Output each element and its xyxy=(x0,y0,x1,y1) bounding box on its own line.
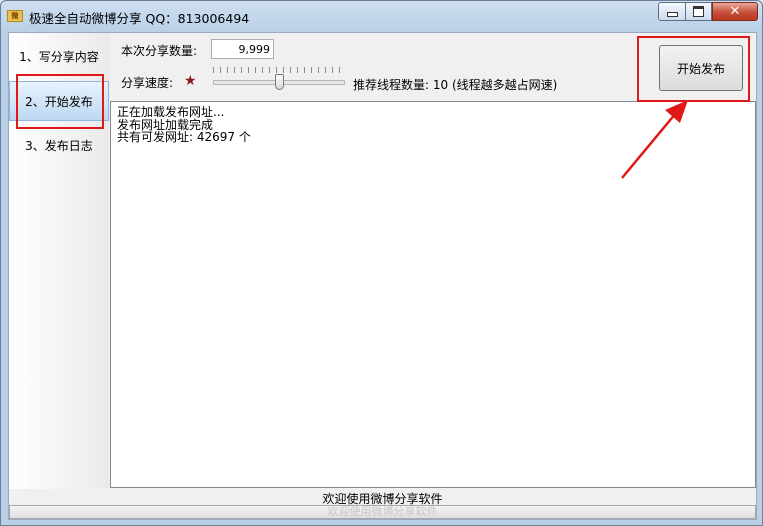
share-count-input[interactable] xyxy=(211,39,274,59)
maximize-icon xyxy=(693,6,704,17)
close-button[interactable]: ✕ xyxy=(712,2,758,21)
maximize-button[interactable] xyxy=(685,2,712,21)
nav-item-write-content[interactable]: 1、写分享内容 xyxy=(9,37,109,77)
nav-item-publish-log[interactable]: 3、发布日志 xyxy=(9,126,109,166)
log-line: 共有可发网址: 42697 个 xyxy=(117,130,251,144)
slider-ticks xyxy=(213,67,343,73)
annotation-box-start-button xyxy=(637,36,750,102)
window-title: 极速全自动微博分享 QQ：813006494 xyxy=(29,11,250,26)
app-icon: 微 xyxy=(7,10,23,22)
share-count-label: 本次分享数量: xyxy=(121,44,198,58)
log-line: 正在加载发布网址... xyxy=(117,105,225,119)
star-icon: ★ xyxy=(184,73,197,89)
slider-thumb[interactable] xyxy=(275,74,284,90)
progress-bar: 欢迎使用微博分享软件 xyxy=(9,505,756,519)
recommended-threads-text: 推荐线程数量: 10 (线程越多越占网速) xyxy=(353,78,558,92)
log-output: 正在加载发布网址... 发布网址加载完成 共有可发网址: 42697 个 xyxy=(110,101,756,488)
title-bar[interactable]: 微 极速全自动微博分享 QQ：813006494 ✕ xyxy=(1,1,762,31)
annotation-box-nav xyxy=(16,74,104,129)
minimize-icon xyxy=(666,11,678,17)
close-icon: ✕ xyxy=(729,4,741,19)
minimize-button[interactable] xyxy=(658,2,686,21)
speed-slider[interactable] xyxy=(213,67,345,93)
client-area: 1、写分享内容 2、开始发布 3、发布日志 本次分享数量: 分享速度: ★ 推荐… xyxy=(8,32,757,520)
share-speed-label: 分享速度: xyxy=(121,76,174,90)
